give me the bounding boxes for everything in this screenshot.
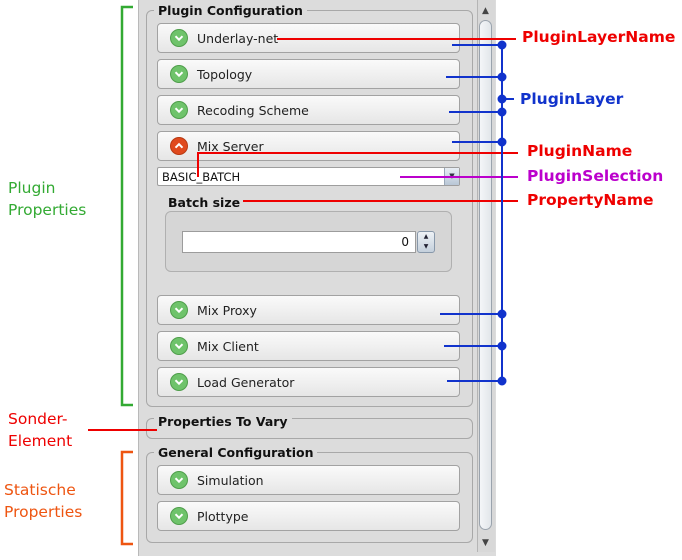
plugin-layer-label: Underlay-net: [197, 30, 279, 46]
sonder-element-line-2: Element: [8, 432, 73, 450]
general-button-plottype[interactable]: Plottype: [157, 501, 460, 531]
batch-size-input[interactable]: 0: [182, 231, 416, 253]
plugin-layer-label: Load Generator: [197, 374, 295, 390]
sonder-element-line-1: Sonder-: [8, 410, 68, 428]
properties-to-vary-title: Properties To Vary: [154, 414, 292, 429]
plugin-properties-label: Plugin Properties: [8, 177, 86, 221]
spinner-up-icon[interactable]: ▲: [418, 232, 434, 242]
general-item-label: Simulation: [197, 472, 264, 488]
plugin-selection-dropdown[interactable]: BASIC_BATCH ▼: [157, 167, 460, 186]
expand-icon: [170, 471, 188, 489]
expand-icon: [170, 65, 188, 83]
batch-size-value: 0: [401, 235, 409, 249]
plugin-layer-button-topology[interactable]: Topology: [157, 59, 460, 89]
scrollbar-thumb[interactable]: [479, 20, 492, 530]
scroll-down-arrow-icon[interactable]: ▼: [477, 536, 494, 550]
batch-size-spinner[interactable]: ▲ ▼: [417, 231, 435, 253]
plugin-layer-label: Topology: [197, 66, 253, 82]
general-configuration-title: General Configuration: [154, 445, 318, 460]
sonder-element-label: Sonder- Element: [8, 408, 72, 452]
plugin-name-label: PluginName: [527, 142, 633, 160]
plugin-layer-button-recoding-scheme[interactable]: Recoding Scheme: [157, 95, 460, 125]
expand-icon: [170, 373, 188, 391]
statische-properties-line-1: Statische: [4, 481, 76, 499]
plugin-layer-label: Mix Server: [197, 138, 264, 154]
expand-icon: [170, 301, 188, 319]
plugin-layer-label: PluginLayer: [520, 90, 624, 108]
expand-icon: [170, 29, 188, 47]
scroll-up-arrow-icon[interactable]: ▲: [477, 4, 494, 18]
plugin-layer-button-mix-proxy[interactable]: Mix Proxy: [157, 295, 460, 325]
plugin-layer-name-label: PluginLayerName: [522, 28, 676, 46]
plugin-configuration-title: Plugin Configuration: [154, 3, 307, 18]
plugin-selection-value: BASIC_BATCH: [162, 170, 241, 184]
expand-icon: [170, 337, 188, 355]
plugin-layer-button-mix-server[interactable]: Mix Server: [157, 131, 460, 161]
property-name-label: Batch size: [168, 195, 241, 210]
plugin-properties-bracket: [120, 5, 133, 407]
plugin-layer-label: Mix Client: [197, 338, 259, 354]
plugin-properties-line-1: Plugin: [8, 179, 56, 197]
plugin-layer-button-underlay-net[interactable]: Underlay-net: [157, 23, 460, 53]
statische-properties-line-2: Properties: [4, 503, 83, 521]
collapse-icon: [170, 137, 188, 155]
general-item-label: Plottype: [197, 508, 249, 524]
dropdown-arrow-icon[interactable]: ▼: [444, 168, 459, 185]
expand-icon: [170, 101, 188, 119]
statische-properties-label: Statische Properties: [4, 479, 82, 523]
property-name-annotation-label: PropertyName: [527, 191, 654, 209]
plugin-layer-label: Mix Proxy: [197, 302, 257, 318]
plugin-properties-line-2: Properties: [8, 201, 87, 219]
plugin-layer-label: Recoding Scheme: [197, 102, 309, 118]
plugin-selection-label: PluginSelection: [527, 167, 664, 185]
plugin-layer-button-load-generator[interactable]: Load Generator: [157, 367, 460, 397]
statische-properties-bracket: [120, 450, 133, 546]
general-button-simulation[interactable]: Simulation: [157, 465, 460, 495]
expand-icon: [170, 507, 188, 525]
plugin-layer-button-mix-client[interactable]: Mix Client: [157, 331, 460, 361]
spinner-down-icon[interactable]: ▼: [418, 242, 434, 252]
